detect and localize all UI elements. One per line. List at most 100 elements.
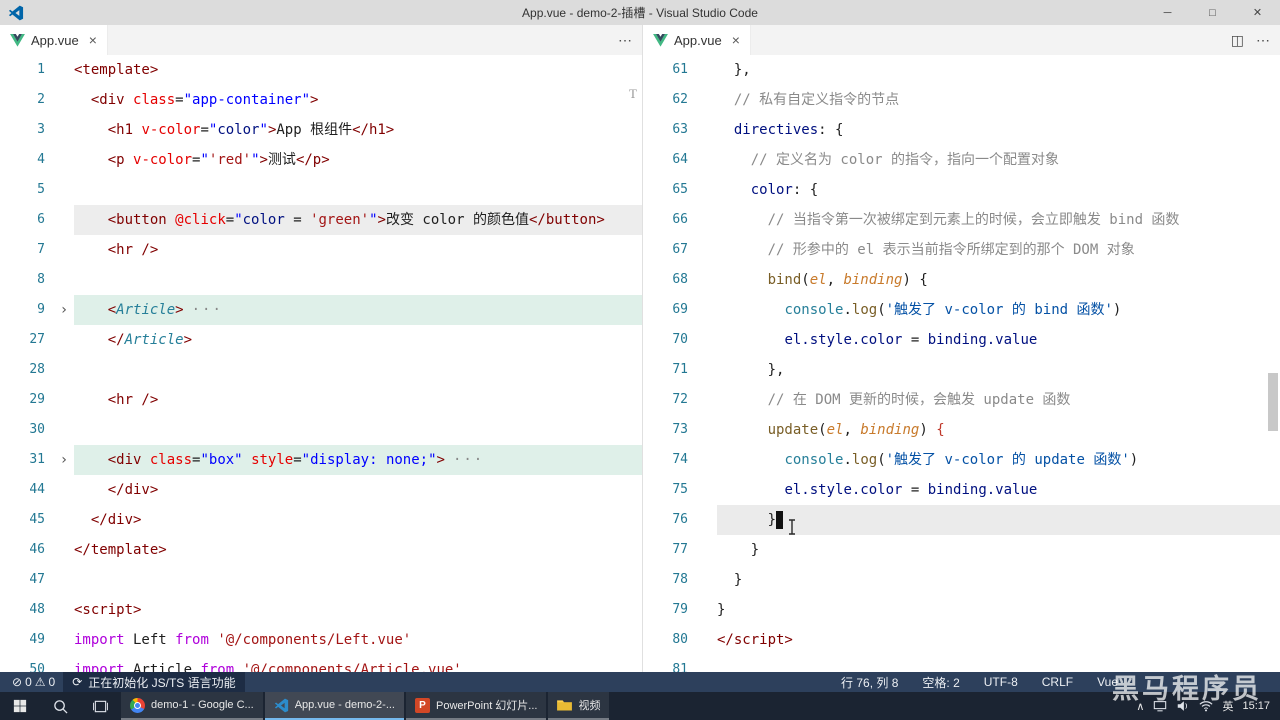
code-line[interactable]: 50 import Article from '@/components/Arti… <box>0 655 642 672</box>
fold-gutter <box>697 205 717 235</box>
folded-code-badge[interactable]: ··· <box>192 302 223 318</box>
code-text: </script> <box>717 632 793 648</box>
network-icon[interactable] <box>1199 699 1213 713</box>
tab-app-vue[interactable]: App.vue × <box>643 25 751 55</box>
code-line[interactable]: 77 } <box>643 535 1280 565</box>
task-view-button[interactable] <box>80 692 120 720</box>
code-line[interactable]: 28 <box>0 355 642 385</box>
code-line[interactable]: 78 } <box>643 565 1280 595</box>
code-line[interactable]: 47 <box>0 565 642 595</box>
fold-gutter <box>697 85 717 115</box>
code-line[interactable]: 66 // 当指令第一次被绑定到元素上的时候，会立即触发 bind 函数 <box>643 205 1280 235</box>
tab-app-vue[interactable]: App.vue × <box>0 25 108 55</box>
code-line[interactable]: 46 </template> <box>0 535 642 565</box>
vertical-scrollbar[interactable] <box>1268 373 1278 431</box>
clock[interactable]: 15:17 <box>1242 700 1270 712</box>
close-button[interactable]: ✕ <box>1235 0 1280 25</box>
more-actions-icon[interactable]: ⋯ <box>1256 32 1270 49</box>
code-line[interactable]: 3 <h1 v-color="color">App 根组件</h1> <box>0 115 642 145</box>
code-line[interactable]: 80 </script> <box>643 625 1280 655</box>
code-line[interactable]: 6 <button @click="color = 'green'">改变 co… <box>0 205 642 235</box>
monitor-tray-icon[interactable] <box>1153 699 1167 713</box>
restore-button[interactable]: □ <box>1190 0 1235 25</box>
taskbar-app-videos[interactable]: 视频 <box>548 692 610 720</box>
search-button[interactable] <box>40 692 80 720</box>
code-line[interactable]: 48 <script> <box>0 595 642 625</box>
code-line[interactable]: 70 el.style.color = binding.value <box>643 325 1280 355</box>
code-line[interactable]: 44 </div> <box>0 475 642 505</box>
tray-expand-icon[interactable]: ∧ <box>1136 700 1144 713</box>
cursor-position-status[interactable]: 行 76, 列 8 <box>837 674 902 691</box>
editor-right[interactable]: 61 }, 62 // 私有自定义指令的节点 63 directives: {64 … <box>643 55 1280 672</box>
code-line[interactable]: 68 bind(el, binding) { <box>643 265 1280 295</box>
more-actions-icon[interactable]: ⋯ <box>618 32 632 49</box>
code-line[interactable]: 62 // 私有自定义指令的节点 <box>643 85 1280 115</box>
code-line[interactable]: 61 }, <box>643 55 1280 85</box>
taskbar-app-vscode[interactable]: App.vue - demo-2-... <box>264 692 404 720</box>
problems-indicator[interactable]: ⊘ 0 ⚠ 0 <box>8 675 59 689</box>
code-line[interactable]: 81 <box>643 655 1280 672</box>
code-text: <hr /> <box>107 392 159 408</box>
code-line[interactable]: 65 color: { <box>643 175 1280 205</box>
code-line[interactable]: 45 </div> <box>0 505 642 535</box>
code-line[interactable]: 69 console.log('触发了 v-color 的 bind 函数') <box>643 295 1280 325</box>
code-line[interactable]: 72 // 在 DOM 更新的时候，会触发 update 函数 <box>643 385 1280 415</box>
code-line[interactable]: 9 › <Article> ··· <box>0 295 642 325</box>
code-line[interactable]: 1 <template> <box>0 55 642 85</box>
fold-collapsed-icon[interactable]: › <box>54 295 74 325</box>
encoding-status[interactable]: UTF-8 <box>980 674 1022 691</box>
line-number: 74 <box>672 452 688 467</box>
code-line[interactable]: 31 › <div class="box" style="display: non… <box>0 445 642 475</box>
taskbar-app-chrome[interactable]: demo-1 - Google C... <box>121 692 263 720</box>
fold-gutter <box>54 565 74 595</box>
fold-collapsed-icon[interactable]: › <box>54 445 74 475</box>
language-init-text: 正在初始化 JS/TS 语言功能 <box>88 675 236 690</box>
start-button[interactable] <box>0 692 40 720</box>
language-init-status[interactable]: ⟳ 正在初始化 JS/TS 语言功能 <box>63 672 245 692</box>
editor-left[interactable]: 1 <template> 2 <div class="app-container">… <box>0 55 642 672</box>
line-number: 70 <box>672 332 688 347</box>
line-number: 61 <box>672 62 688 77</box>
line-number: 3 <box>37 122 45 137</box>
split-editor-icon[interactable]: ◫ <box>1231 32 1244 49</box>
chrome-icon <box>130 697 145 713</box>
code-line[interactable]: 7 <hr /> <box>0 235 642 265</box>
code-line[interactable]: 71 }, <box>643 355 1280 385</box>
code-line[interactable]: 67 // 形参中的 el 表示当前指令所绑定到的那个 DOM 对象 <box>643 235 1280 265</box>
ime-language-indicator[interactable]: 英 <box>1222 698 1233 714</box>
code-line[interactable]: 27 </Article> <box>0 325 642 355</box>
code-line[interactable]: 29 <hr /> <box>0 385 642 415</box>
code-text: // 形参中的 el 表示当前指令所绑定到的那个 DOM 对象 <box>767 242 1135 258</box>
volume-icon[interactable] <box>1176 699 1190 713</box>
code-text: } <box>717 572 743 588</box>
folder-icon <box>557 700 573 711</box>
code-line[interactable]: 75 el.style.color = binding.value <box>643 475 1280 505</box>
code-text: update(el, binding) { <box>767 422 945 438</box>
eol-status[interactable]: CRLF <box>1038 674 1077 691</box>
code-line[interactable]: 76 } <box>643 505 1280 535</box>
tab-close-icon[interactable]: × <box>89 32 97 48</box>
code-text: import Left from '@/components/Left.vue' <box>74 632 412 648</box>
code-line[interactable]: 64 // 定义名为 color 的指令，指向一个配置对象 <box>643 145 1280 175</box>
code-line[interactable]: 4 <p v-color="'red'">测试</p> <box>0 145 642 175</box>
code-line[interactable]: 79} <box>643 595 1280 625</box>
code-line[interactable]: 49 import Left from '@/components/Left.vu… <box>0 625 642 655</box>
minimize-button[interactable]: ─ <box>1145 0 1190 25</box>
code-line[interactable]: 5 <box>0 175 642 205</box>
screen: { "window": { "title": "App.vue - demo-2… <box>0 0 1280 720</box>
tab-close-icon[interactable]: × <box>732 32 740 48</box>
fold-gutter <box>54 385 74 415</box>
code-line[interactable]: 30 <box>0 415 642 445</box>
editor-group-right: App.vue × ◫ ⋯ 61 }, 62 // 私有自定义指令的节点 63 di… <box>642 25 1280 672</box>
code-line[interactable]: 74 console.log('触发了 v-color 的 update 函数'… <box>643 445 1280 475</box>
indentation-status[interactable]: 空格: 2 <box>918 674 963 691</box>
code-line[interactable]: 2 <div class="app-container"> <box>0 85 642 115</box>
line-number: 64 <box>672 152 688 167</box>
code-line[interactable]: 73 update(el, binding) { <box>643 415 1280 445</box>
code-line[interactable]: 63 directives: { <box>643 115 1280 145</box>
folded-code-badge[interactable]: ··· <box>453 452 484 468</box>
fold-gutter <box>697 355 717 385</box>
code-line[interactable]: 8 <box>0 265 642 295</box>
language-mode-status[interactable]: Vue <box>1093 674 1122 691</box>
taskbar-app-powerpoint[interactable]: P PowerPoint 幻灯片... <box>406 692 547 720</box>
